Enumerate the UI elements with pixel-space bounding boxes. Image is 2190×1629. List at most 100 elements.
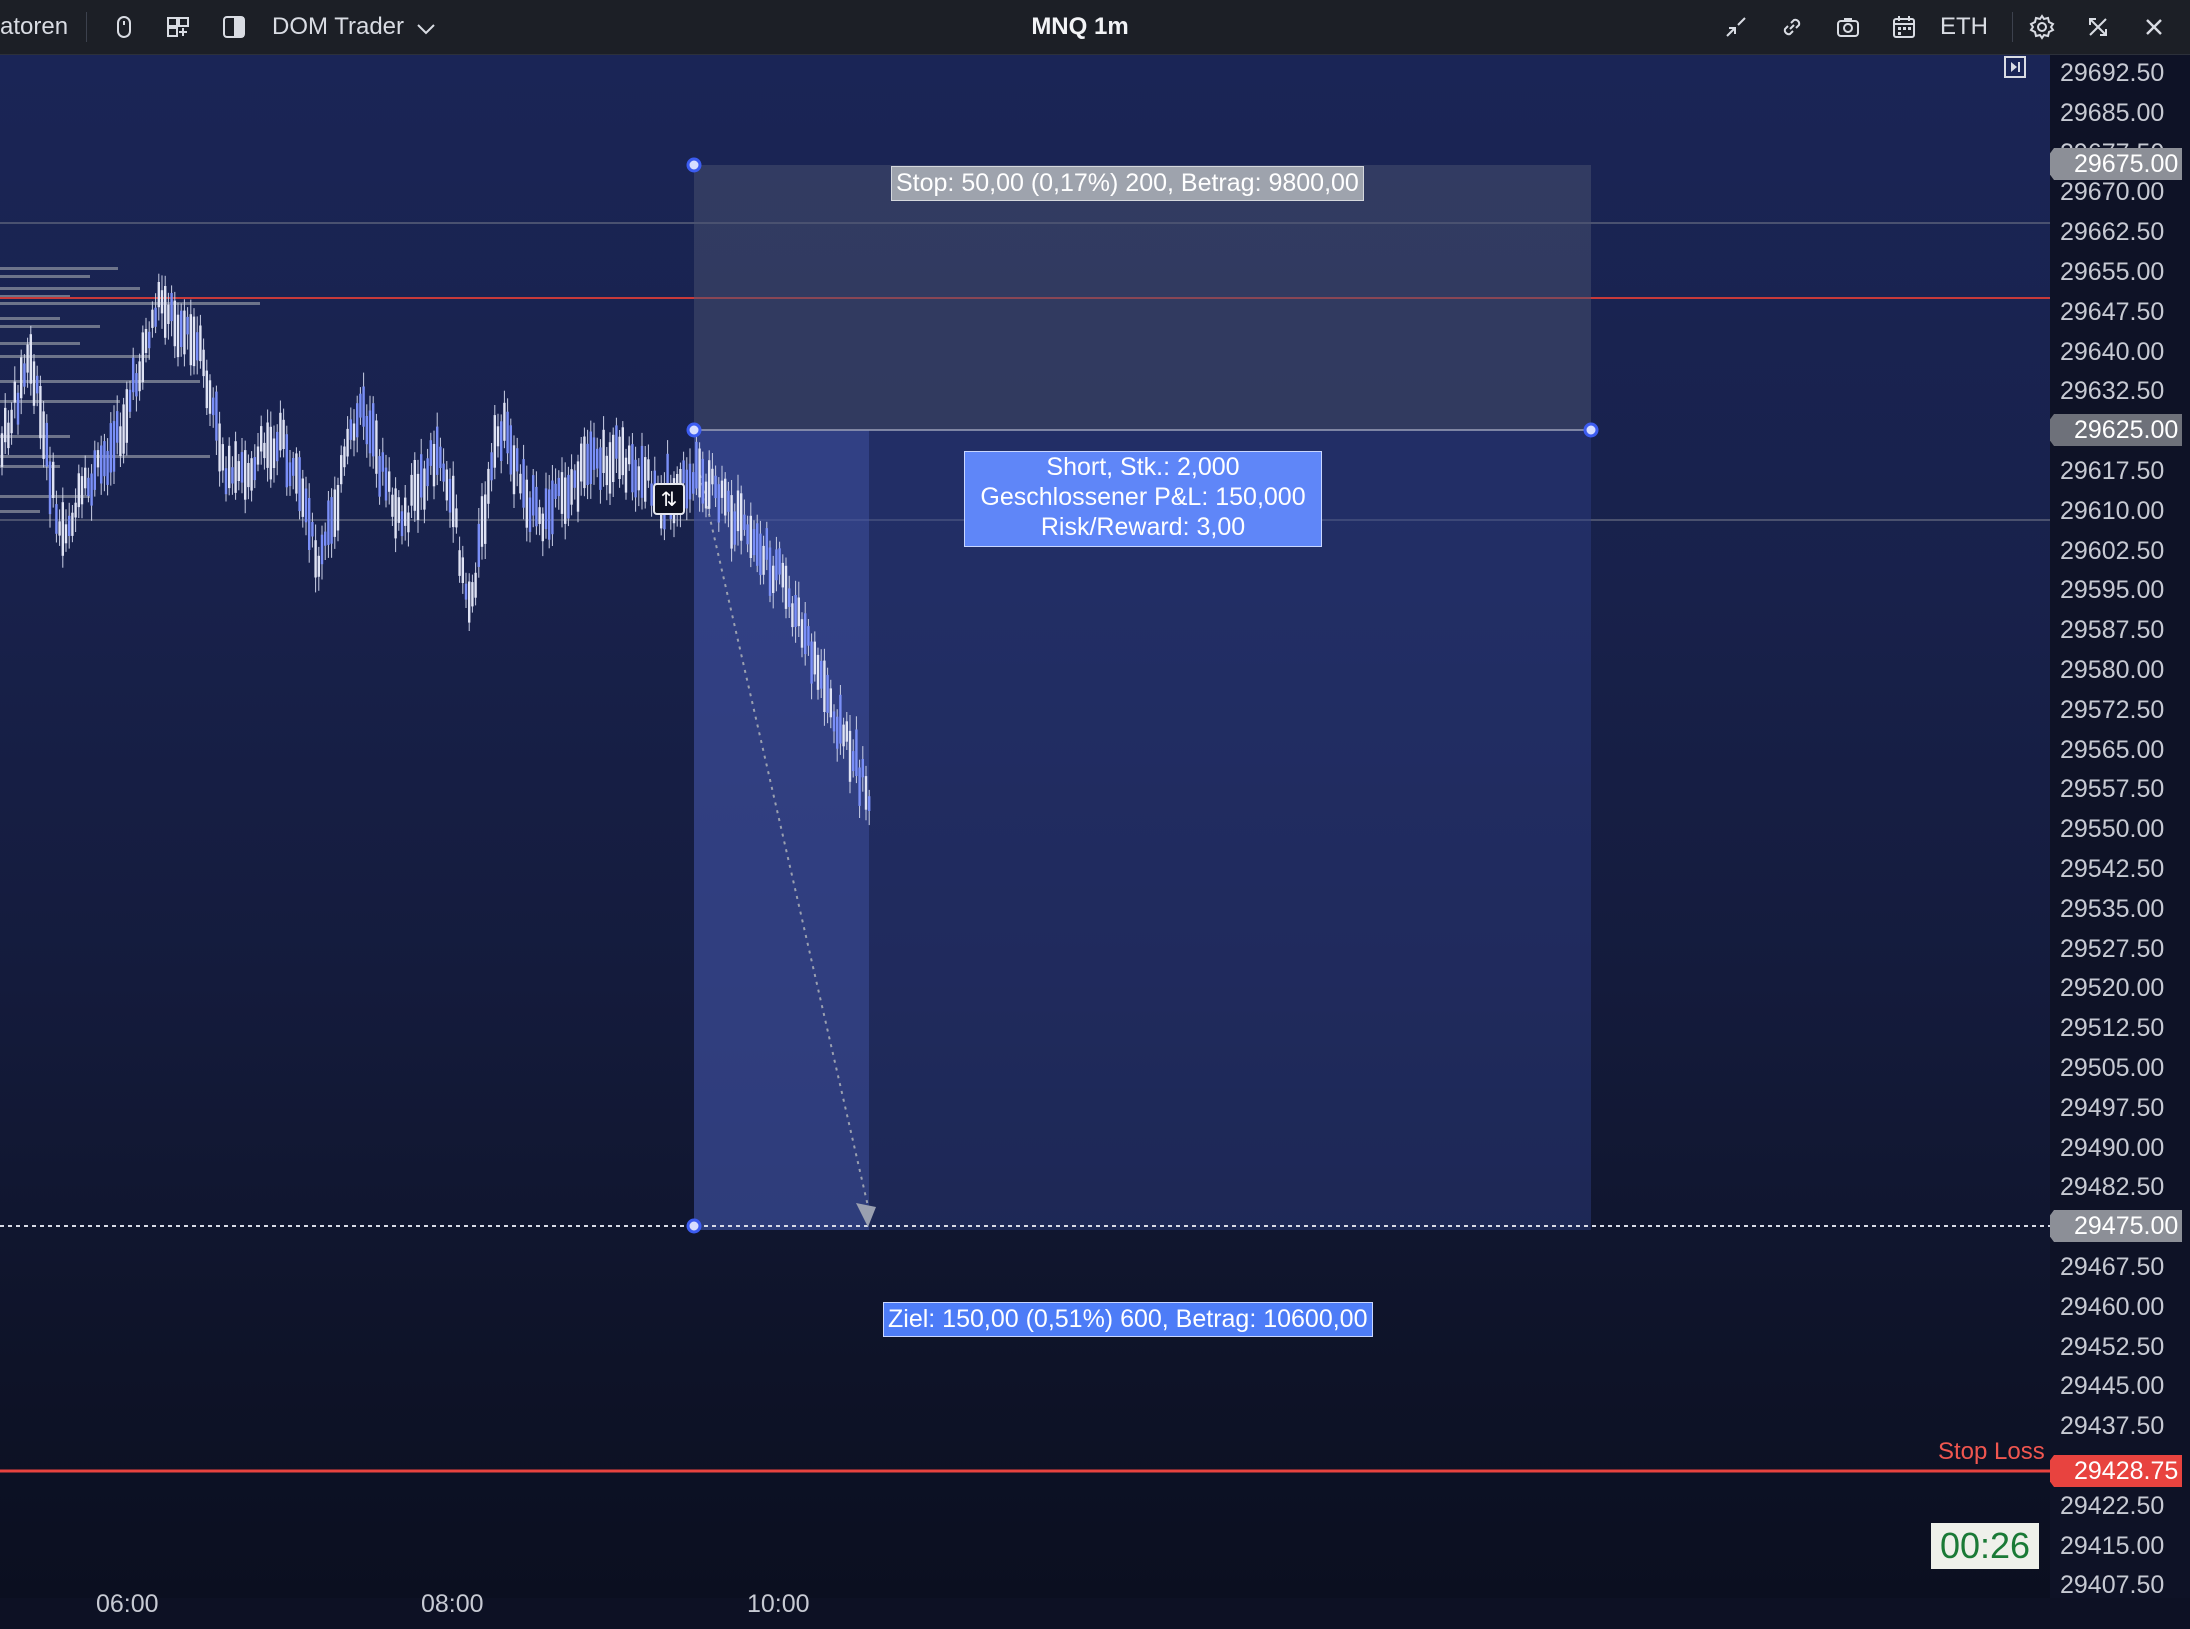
- candle-body: [532, 475, 535, 516]
- candle-body: [231, 467, 234, 484]
- candle-body: [762, 545, 765, 575]
- templates-icon[interactable]: [164, 13, 192, 41]
- camera-icon[interactable]: [1834, 13, 1862, 41]
- scroll-to-end-icon[interactable]: [2003, 55, 2027, 79]
- candle-body: [586, 443, 589, 485]
- candle-body: [311, 521, 314, 537]
- candle-body: [71, 512, 74, 536]
- calendar-icon[interactable]: [1890, 13, 1918, 41]
- candle-body: [570, 469, 573, 505]
- candle-body: [717, 484, 720, 523]
- candle-body: [388, 471, 391, 492]
- candle-body: [445, 469, 448, 501]
- candle-body: [32, 361, 36, 406]
- price-tick: 29415.00: [2060, 1531, 2165, 1560]
- gear-icon[interactable]: [2028, 13, 2056, 41]
- swap-direction-icon[interactable]: ⇅: [653, 483, 685, 515]
- candle-body: [125, 389, 128, 443]
- candle-body: [637, 466, 640, 491]
- price-tick: 29580.00: [2060, 656, 2165, 684]
- candle-body: [554, 483, 557, 499]
- candle-body: [743, 514, 746, 530]
- candle-body: [180, 310, 183, 347]
- candle-body: [266, 422, 269, 468]
- candle-body: [378, 456, 381, 497]
- candle-body: [103, 441, 106, 477]
- candle-body: [308, 498, 311, 550]
- candle-body: [304, 488, 308, 523]
- candle-body: [362, 386, 365, 427]
- target-handle[interactable]: [686, 1218, 702, 1234]
- candle-body: [4, 407, 7, 443]
- mouse-icon[interactable]: [110, 13, 138, 41]
- candle-body: [416, 473, 420, 520]
- candle-body: [327, 500, 330, 545]
- target-label[interactable]: Ziel: 150,00 (0,51%) 600, Betrag: 10600,…: [883, 1302, 1373, 1337]
- candle-body: [135, 373, 138, 397]
- candle-body: [109, 423, 112, 473]
- chart-canvas[interactable]: Stop: 50,00 (0,17%) 200, Betrag: 9800,00…: [0, 55, 2050, 1598]
- candle-body: [80, 476, 84, 505]
- entry-right-handle[interactable]: [1583, 422, 1599, 438]
- candle-body: [807, 626, 810, 646]
- candle-body: [234, 441, 237, 493]
- candle-body: [279, 412, 282, 451]
- price-tick: 29467.50: [2060, 1253, 2165, 1281]
- session-button[interactable]: ETH: [1940, 0, 1988, 54]
- chevron-down-icon[interactable]: [412, 15, 440, 43]
- fullscreen-icon[interactable]: [2084, 13, 2112, 41]
- candle-body: [842, 724, 845, 747]
- candle-body: [77, 473, 80, 508]
- price-scale[interactable]: 29407.5029415.0029422.5029430.0029437.50…: [2050, 55, 2190, 1598]
- close-icon[interactable]: [2140, 13, 2168, 41]
- candle-body: [448, 478, 452, 513]
- candle-body: [784, 565, 788, 609]
- stop-handle[interactable]: [686, 157, 702, 173]
- stop-label[interactable]: Stop: 50,00 (0,17%) 200, Betrag: 9800,00: [891, 166, 1364, 201]
- candle-body: [368, 410, 372, 454]
- candle-body: [794, 595, 797, 627]
- candle-body: [317, 555, 320, 577]
- candle-body: [541, 513, 544, 542]
- candle-body: [631, 444, 634, 493]
- collapse-icon[interactable]: [1722, 13, 1750, 41]
- candle-body: [596, 448, 599, 469]
- candle-body: [464, 583, 468, 600]
- layout-dropdown[interactable]: DOM Trader: [272, 0, 404, 54]
- candle-body: [167, 304, 170, 324]
- time-label: 06:00: [96, 1590, 159, 1618]
- candle-body: [218, 423, 221, 472]
- candle-body: [256, 446, 260, 465]
- candle-body: [768, 547, 772, 596]
- candle-body: [852, 751, 855, 772]
- candle-body: [826, 674, 829, 713]
- candle-body: [506, 411, 509, 454]
- candle-body: [528, 497, 532, 532]
- target-zone-filled: [694, 430, 869, 1230]
- position-info-box[interactable]: Short, Stk.: 2,000 Geschlossener P&L: 15…: [964, 451, 1322, 547]
- candle-body: [224, 468, 228, 495]
- candle-body: [394, 488, 397, 539]
- candle-body: [285, 434, 288, 488]
- candle-body: [525, 479, 528, 528]
- indicators-button[interactable]: atoren: [0, 0, 68, 54]
- candle-body: [797, 597, 800, 627]
- price-tick: 29602.50: [2060, 536, 2165, 565]
- candle-body: [551, 480, 554, 535]
- candle-body: [548, 489, 551, 540]
- candle-body: [375, 420, 378, 474]
- link-icon[interactable]: [1778, 13, 1806, 41]
- time-axis[interactable]: 06:00 08:00 10:00: [0, 1580, 2050, 1629]
- entry-handle[interactable]: [686, 422, 702, 438]
- price-tick: 29692.50: [2060, 59, 2165, 87]
- candle-body: [324, 531, 327, 546]
- candle-body: [736, 490, 740, 532]
- candle-body: [474, 572, 477, 598]
- candle-body: [436, 426, 439, 475]
- candle-body: [228, 445, 231, 489]
- candle-body: [381, 452, 384, 472]
- panel-toggle-icon[interactable]: [220, 13, 248, 41]
- price-tick: 29497.50: [2060, 1093, 2165, 1122]
- candle-body: [151, 309, 154, 328]
- candle-body: [100, 445, 103, 484]
